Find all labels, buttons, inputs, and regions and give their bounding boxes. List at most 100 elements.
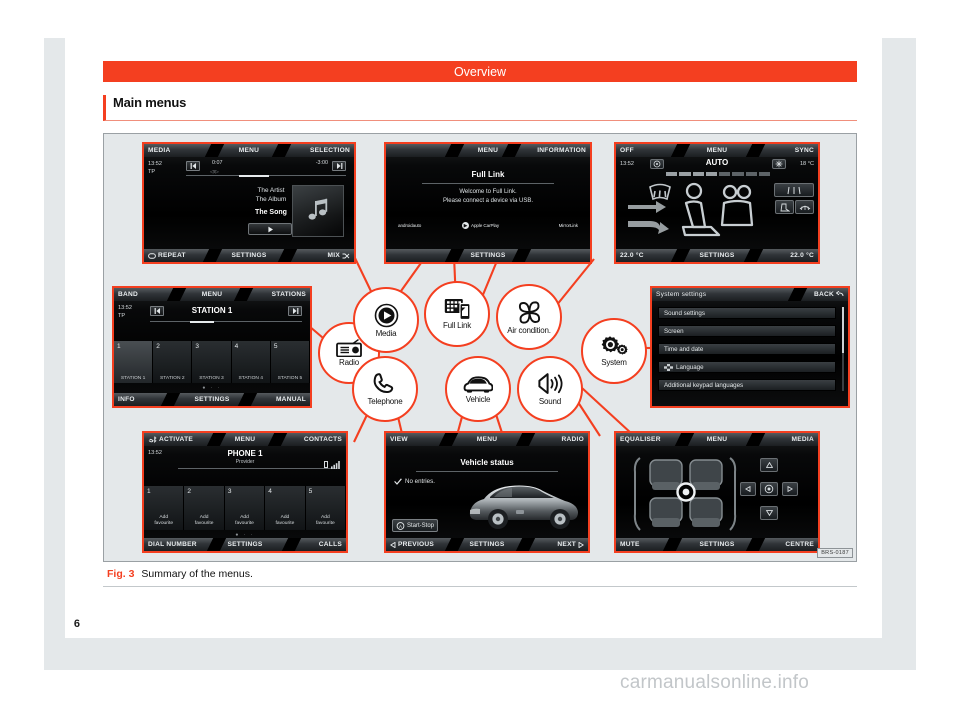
hub-node-full-link[interactable]: Full Link [424, 281, 490, 347]
equaliser-mute-label: MUTE [620, 541, 640, 548]
skip-back-icon [190, 163, 196, 169]
play-icon [267, 226, 273, 232]
telephone-favourite-1[interactable]: 1 Add favourite [144, 486, 185, 530]
screen-vehicle[interactable]: VIEW MENU RADIO Vehicle status No entrie… [384, 431, 590, 553]
telephone-favourite-4[interactable]: 4 Add favourite [265, 486, 306, 530]
telephone-favourite-2[interactable]: 2 Add favourite [184, 486, 225, 530]
radio-stations-label: STATIONS [271, 291, 307, 298]
preset-line-2: favourite [194, 520, 214, 526]
hub-node-telephone[interactable]: Telephone [352, 356, 418, 422]
system-row-additional-keypad-languages[interactable]: Additional keypad languages [658, 379, 836, 391]
preset-number: 3 [195, 343, 200, 350]
aircon-temp-left-label: 22.0 °C [620, 252, 644, 259]
equaliser-menu-label: MENU [706, 436, 728, 443]
radio-menu-label: MENU [201, 291, 223, 298]
preset-number: 3 [227, 488, 232, 495]
figure-code: BRS-0187 [817, 548, 853, 558]
aircon-btn-sync[interactable]: SYNC [749, 144, 818, 157]
vehicle-btn-settings[interactable]: SETTINGS [455, 538, 520, 551]
telephone-btn-dial-number[interactable]: DIAL NUMBER [144, 538, 213, 551]
equaliser-btn-centre[interactable]: CENTRE [749, 538, 818, 551]
media-btn-selection[interactable]: SELECTION [283, 144, 354, 157]
hub-node-media[interactable]: Media [353, 287, 419, 353]
aircon-temp-right[interactable]: 22.0 °C [749, 249, 818, 262]
vehicle-bottom-bar: PREVIOUS SETTINGS NEXT [386, 538, 588, 551]
system-scrollbar-thumb[interactable] [842, 307, 844, 353]
telephone-btn-settings[interactable]: SETTINGS [213, 538, 278, 551]
equaliser-btn-menu[interactable]: MENU [685, 433, 750, 446]
screen-telephone[interactable]: ACTIVATE MENU CONTACTS 13:52 PHONE 1 Pro… [142, 431, 348, 553]
equaliser-btn-settings[interactable]: SETTINGS [685, 538, 750, 551]
full-link-btn-settings[interactable]: SETTINGS [455, 249, 520, 262]
screen-radio[interactable]: BAND MENU STATIONS 13:52 TP STATION 1 1 … [112, 286, 312, 408]
screen-system-settings[interactable]: System settings BACK Sound settings Scre… [650, 286, 850, 408]
aircon-rear-heating-button[interactable] [774, 183, 814, 197]
media-btn-mix[interactable]: MIX [283, 249, 354, 262]
telephone-favourite-5[interactable]: 5 Add favourite [305, 486, 346, 530]
equaliser-balance-left-button[interactable] [740, 482, 756, 496]
triangle-up-icon [765, 462, 773, 468]
aircon-seat-heating-button[interactable] [775, 200, 794, 214]
radio-btn-stations[interactable]: STATIONS [243, 288, 310, 301]
hub-node-vehicle[interactable]: Vehicle [445, 356, 511, 422]
screen-media[interactable]: MEDIA MENU SELECTION 13:52 TP 0:07 -3:00… [142, 142, 356, 264]
screen-equaliser[interactable]: EQUALISER MENU MEDIA MUTE SETTINGS CENTR… [614, 431, 820, 553]
equaliser-fader-down-button[interactable] [760, 506, 778, 520]
radio-preset-1[interactable]: 1 STATION 1 [114, 341, 154, 383]
hub-node-sound[interactable]: Sound [517, 356, 583, 422]
telephone-favourites-list: 1 Add favourite 2 Add favourite 3 Add favou… [144, 486, 346, 530]
radio-tuner-track[interactable] [150, 321, 302, 322]
telephone-top-bar: ACTIVATE MENU CONTACTS [144, 433, 346, 446]
radio-preset-2[interactable]: 2 STATION 2 [153, 341, 193, 383]
telephone-btn-contacts[interactable]: CONTACTS [277, 433, 346, 446]
system-row-language[interactable]: Language [658, 361, 836, 373]
full-link-btn-information[interactable]: INFORMATION [521, 144, 590, 157]
media-next-button[interactable] [332, 161, 346, 171]
telephone-favourite-3[interactable]: 3 Add favourite [224, 486, 266, 530]
system-row-screen[interactable]: Screen [658, 325, 836, 337]
telephone-provider: Provider [235, 459, 255, 465]
radio-next-button[interactable] [288, 306, 302, 316]
media-play-button[interactable] [248, 223, 292, 235]
triangle-left-icon [745, 486, 751, 492]
vehicle-btn-next[interactable]: NEXT [519, 538, 588, 551]
hub-node-system[interactable]: System [581, 318, 647, 384]
equaliser-balance-right-button[interactable] [782, 482, 798, 496]
system-row-time-and-date[interactable]: Time and date [658, 343, 836, 355]
hub-node-air-condition[interactable]: Air condition. [496, 284, 562, 350]
vehicle-btn-radio[interactable]: RADIO [519, 433, 588, 446]
aircon-btn-menu[interactable]: MENU [685, 144, 750, 157]
equaliser-fader-up-button[interactable] [760, 458, 778, 472]
aircon-blower-bar[interactable] [666, 172, 770, 176]
screen-full-link[interactable]: MENU INFORMATION Full Link Welcome to Fu… [384, 142, 592, 264]
radio-preset-4[interactable]: 4 STATION 4 [231, 341, 271, 383]
radio-btn-manual[interactable]: MANUAL [243, 393, 310, 406]
telephone-activate-label: ACTIVATE [159, 436, 193, 443]
screen-air-condition[interactable]: OFF MENU SYNC 13:52 18 °C AUTO 22.0 °C S… [614, 142, 820, 264]
aircon-menu-label: MENU [706, 147, 728, 154]
radio-top-bar: BAND MENU STATIONS [114, 288, 310, 301]
equaliser-btn-media[interactable]: MEDIA [749, 433, 818, 446]
radio-btn-settings[interactable]: SETTINGS [181, 393, 244, 406]
system-row-sound-settings[interactable]: Sound settings [658, 307, 836, 319]
radio-preset-5[interactable]: 5 STATION 5 [270, 341, 310, 383]
equaliser-centre-label: CENTRE [785, 541, 815, 548]
hub-label-sound: Sound [538, 397, 562, 406]
aircon-rear-defrost-button[interactable] [795, 200, 814, 214]
telephone-btn-calls[interactable]: CALLS [277, 538, 346, 551]
vehicle-start-stop-button[interactable]: A Start-Stop [392, 519, 439, 532]
radio-preset-3[interactable]: 3 STATION 3 [192, 341, 232, 383]
media-previous-button[interactable] [186, 161, 200, 171]
aircon-blower-up-button[interactable] [772, 159, 786, 169]
radio-page-indicator[interactable]: ● · · [114, 385, 310, 391]
system-settings-back-button[interactable]: BACK [750, 288, 848, 301]
telephone-btn-activate[interactable]: ACTIVATE [144, 433, 213, 446]
equaliser-centre-button[interactable] [760, 482, 778, 496]
vehicle-btn-menu[interactable]: MENU [455, 433, 520, 446]
aircon-btn-settings[interactable]: SETTINGS [685, 249, 750, 262]
media-btn-settings[interactable]: SETTINGS [215, 249, 282, 262]
row-label: Sound settings [664, 309, 705, 317]
media-selection-label: SELECTION [310, 147, 350, 154]
hub-label-media: Media [375, 328, 397, 338]
preset-name: STATION 4 [238, 376, 263, 381]
